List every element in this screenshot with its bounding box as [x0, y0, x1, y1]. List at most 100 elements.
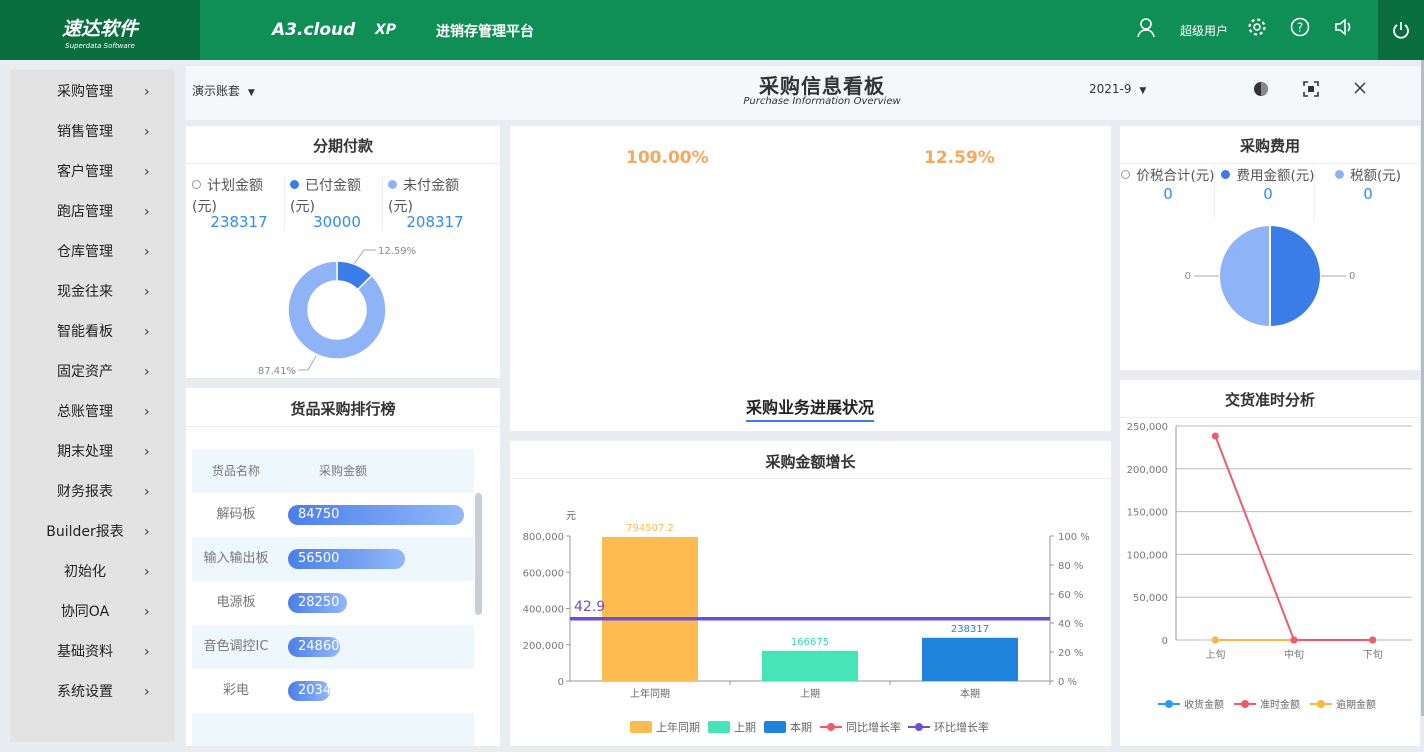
sidebar-item[interactable]: 现金往来 › — [10, 272, 175, 312]
legend-label: 环比增长率 — [934, 720, 989, 734]
legend-value: 0 — [1263, 185, 1273, 203]
top-bar: 速达软件 Superdata Software A3.cloud XP 进销存管… — [0, 0, 1424, 60]
scrollbar[interactable] — [475, 493, 482, 615]
sidebar-item-label: 现金往来 — [57, 284, 113, 300]
goods-name: 音色调控IC — [203, 639, 269, 654]
ranking-panel: 货品采购排行榜 货品名称 采购金额 解码板 84750 输入输出板 56500 电源板 2… — [186, 388, 500, 746]
legend-item[interactable]: 费用金额(元) 0 — [1214, 165, 1316, 221]
legend-label: 价税合计(元) — [1136, 168, 1215, 184]
legend-dot-icon — [290, 180, 299, 189]
sidebar-item[interactable]: 总账管理 › — [10, 392, 175, 432]
sidebar-item[interactable]: 初始化 › — [10, 552, 175, 592]
bar-value-label: 166675 — [791, 637, 829, 648]
close-icon[interactable] — [1352, 80, 1368, 100]
y-tick-label: 0 — [1162, 636, 1168, 647]
legend-item[interactable]: 计划金额(元) 238317 — [192, 175, 286, 231]
line-value-label: 42.9 — [574, 599, 605, 615]
dashboard-header: 演示账套 ▼ 采购信息看板 Purchase Information Overv… — [186, 66, 1422, 120]
sidebar-item[interactable]: 仓库管理 › — [10, 232, 175, 272]
legend-label: 上期 — [734, 721, 756, 734]
installment-panel: 分期付款 计划金额(元) 238317 已付金额(元) 30000 未付金额(元) 208… — [186, 126, 500, 378]
logo-subtext: Superdata Software — [65, 42, 135, 50]
legend-dot-icon — [388, 180, 397, 189]
help-icon[interactable]: ? — [1288, 17, 1312, 41]
legend-label: 未付金额(元) — [388, 178, 459, 215]
chevron-right-icon: › — [144, 284, 150, 300]
legend-swatch — [630, 721, 652, 733]
sidebar-item[interactable]: 采购管理 › — [10, 72, 175, 112]
sidebar-item-label: 期末处理 — [57, 444, 113, 460]
y-tick-label: 200,000 — [523, 641, 564, 652]
period-selector[interactable]: 2021-9 ▼ — [1089, 82, 1146, 96]
x-tick-label: 中旬 — [1284, 648, 1304, 661]
divider — [186, 426, 500, 427]
y-tick-label: 250,000 — [1127, 422, 1168, 433]
sidebar-item-label: 采购管理 — [57, 84, 113, 100]
sidebar-item[interactable]: 跑店管理 › — [10, 192, 175, 232]
divider — [1214, 165, 1215, 221]
user-name[interactable]: 超级用户 — [1180, 22, 1228, 39]
sidebar-item[interactable]: 期末处理 › — [10, 432, 175, 472]
y-tick-label: 0 — [558, 677, 564, 688]
donut-label: 87.41% — [258, 366, 296, 377]
growth-bar-chart: 元 0 200,000 400,000 600,000 800,000 0 % 20 % 40 … — [523, 511, 1090, 734]
chevron-right-icon: › — [144, 324, 150, 340]
table-row[interactable]: 解码板 84750 — [192, 493, 474, 537]
table-row[interactable]: 音色调控IC 24860 — [192, 625, 474, 669]
legend-item[interactable]: 税额(元) 0 — [1314, 165, 1416, 221]
theme-icon[interactable] — [1252, 80, 1270, 102]
progress-panel: 100.00% 12.59% 采购业务进展状况 — [510, 126, 1111, 431]
sidebar-item[interactable]: 固定资产 › — [10, 352, 175, 392]
brand-logo[interactable]: 速达软件 Superdata Software — [0, 0, 200, 60]
chevron-right-icon: › — [144, 404, 150, 420]
y-tick-label: 150,000 — [1127, 508, 1168, 519]
sidebar-item[interactable]: 智能看板 › — [10, 312, 175, 352]
y2-tick-label: 80 % — [1058, 561, 1083, 572]
legend-dot-icon — [192, 180, 201, 189]
y2-tick-label: 100 % — [1058, 532, 1090, 543]
edition-name: XP — [375, 22, 397, 38]
bar-value-label: 794507.2 — [626, 523, 674, 534]
legend-item[interactable]: 价税合计(元) 0 — [1120, 165, 1216, 203]
power-icon[interactable] — [1378, 0, 1424, 60]
label-leader-line — [298, 355, 317, 371]
legend-item[interactable]: 未付金额(元) 208317 — [382, 175, 482, 231]
chevron-right-icon: › — [144, 364, 150, 380]
goods-name: 输入输出板 — [203, 551, 269, 566]
sidebar-item[interactable]: 系统设置 › — [10, 672, 175, 712]
sidebar-item[interactable]: 基础资料 › — [10, 632, 175, 672]
fullscreen-icon[interactable] — [1302, 80, 1320, 102]
table-row[interactable]: 电源板 28250 — [192, 581, 474, 625]
sidebar-item[interactable]: Builder报表 › — [10, 512, 175, 552]
sidebar-item[interactable]: 销售管理 › — [10, 112, 175, 152]
legend-value: 0 — [1163, 185, 1173, 203]
legend-label: 计划金额(元) — [192, 178, 263, 215]
user-icon[interactable] — [1134, 17, 1158, 41]
sidebar-item[interactable]: 客户管理 › — [10, 152, 175, 192]
data-point — [1290, 636, 1298, 644]
legend-item[interactable]: 已付金额(元) 30000 — [284, 175, 384, 231]
legend-dot-icon — [1221, 170, 1231, 179]
y2-tick-label: 40 % — [1058, 619, 1083, 630]
legend-dot-icon — [1165, 700, 1173, 708]
sidebar-item-label: 销售管理 — [57, 124, 113, 140]
table-row[interactable]: 彩电 20340 — [192, 669, 474, 713]
table-row[interactable]: 输入输出板 56500 — [192, 537, 474, 581]
speaker-icon[interactable] — [1332, 17, 1356, 41]
caret-down-icon: ▼ — [1139, 86, 1147, 96]
page-title: 采购信息看板 — [759, 74, 885, 98]
sidebar-item[interactable]: 财务报表 › — [10, 472, 175, 512]
legend-value: 238317 — [210, 213, 268, 231]
gear-icon[interactable] — [1245, 17, 1269, 41]
donut-label: 12.59% — [378, 246, 416, 257]
pie-label: 0 — [1349, 271, 1355, 282]
y-tick-label: 600,000 — [523, 568, 564, 579]
legend-label: 费用金额(元) — [1236, 168, 1315, 184]
sidebar-item[interactable]: 协同OA › — [10, 592, 175, 632]
delivery-line-chart: 0 50,000 100,000 150,000 200,000 250,000 上旬 中旬 下… — [1127, 422, 1412, 711]
divider — [186, 163, 500, 164]
series-line — [1214, 435, 1373, 641]
sidebar-item-label: Builder报表 — [46, 524, 124, 540]
panel-title: 分期付款 — [312, 137, 373, 155]
legend-label: 收货金额 — [1184, 698, 1224, 711]
